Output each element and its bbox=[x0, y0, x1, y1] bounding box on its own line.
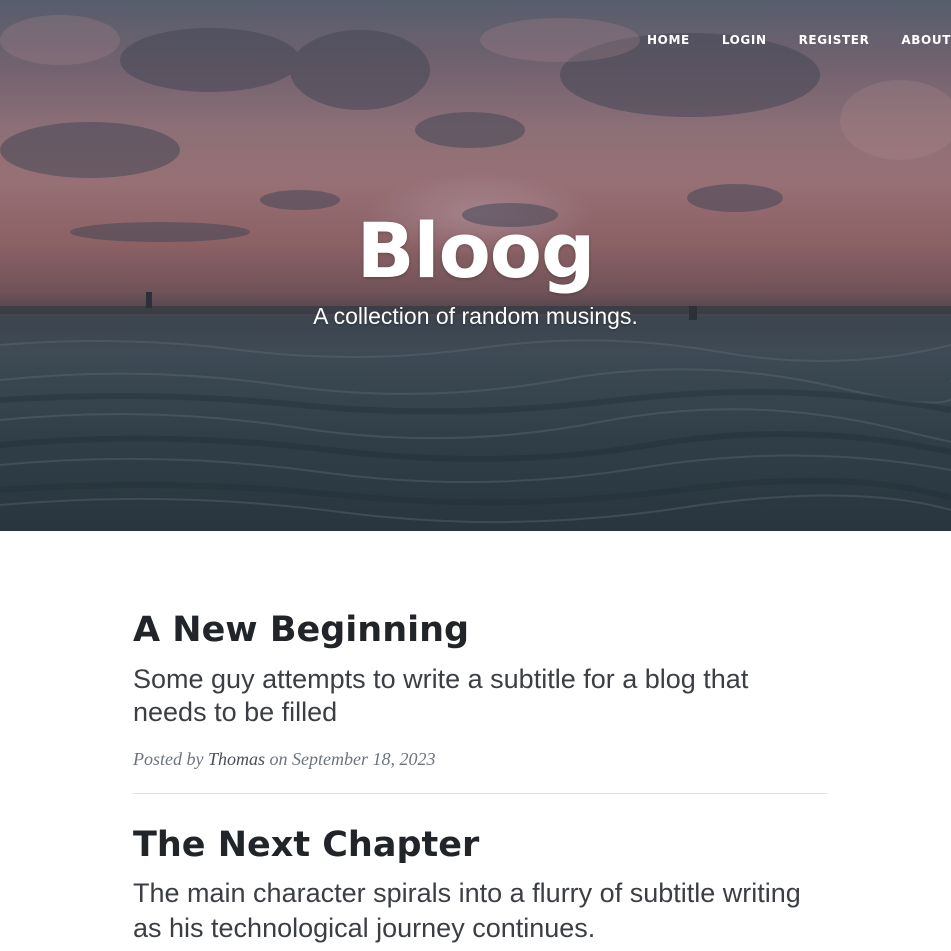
masthead: HOME LOGIN REGISTER ABOUT Bloog A collec… bbox=[0, 0, 951, 531]
post-subtitle[interactable]: The main character spirals into a flurry… bbox=[133, 876, 827, 946]
post-meta: Posted by Thomas on September 18, 2023 bbox=[133, 747, 827, 771]
main-navigation: HOME LOGIN REGISTER ABOUT bbox=[631, 30, 951, 50]
nav-about-link[interactable]: ABOUT bbox=[885, 30, 951, 50]
site-heading: Bloog A collection of random musings. bbox=[0, 203, 951, 331]
nav-login-link[interactable]: LOGIN bbox=[706, 30, 783, 50]
nav-register-link[interactable]: REGISTER bbox=[783, 30, 886, 50]
meta-prefix: Posted by bbox=[133, 749, 204, 769]
post-author-link[interactable]: Thomas bbox=[208, 749, 265, 769]
site-title: Bloog bbox=[356, 206, 596, 295]
post-title[interactable]: A New Beginning bbox=[133, 607, 827, 653]
post-date: September 18, 2023 bbox=[292, 749, 436, 769]
post-title[interactable]: The Next Chapter bbox=[133, 822, 827, 868]
site-subtitle: A collection of random musings. bbox=[313, 303, 638, 329]
post-link[interactable]: The Next Chapter The main character spir… bbox=[133, 822, 827, 946]
post-preview: The Next Chapter The main character spir… bbox=[133, 822, 827, 946]
post-divider bbox=[133, 793, 827, 794]
post-link[interactable]: A New Beginning Some guy attempts to wri… bbox=[133, 607, 827, 729]
meta-on: on bbox=[269, 749, 288, 769]
post-preview: A New Beginning Some guy attempts to wri… bbox=[133, 607, 827, 794]
post-list: A New Beginning Some guy attempts to wri… bbox=[133, 607, 827, 946]
nav-home-link[interactable]: HOME bbox=[631, 30, 706, 50]
post-subtitle[interactable]: Some guy attempts to write a subtitle fo… bbox=[133, 663, 827, 729]
